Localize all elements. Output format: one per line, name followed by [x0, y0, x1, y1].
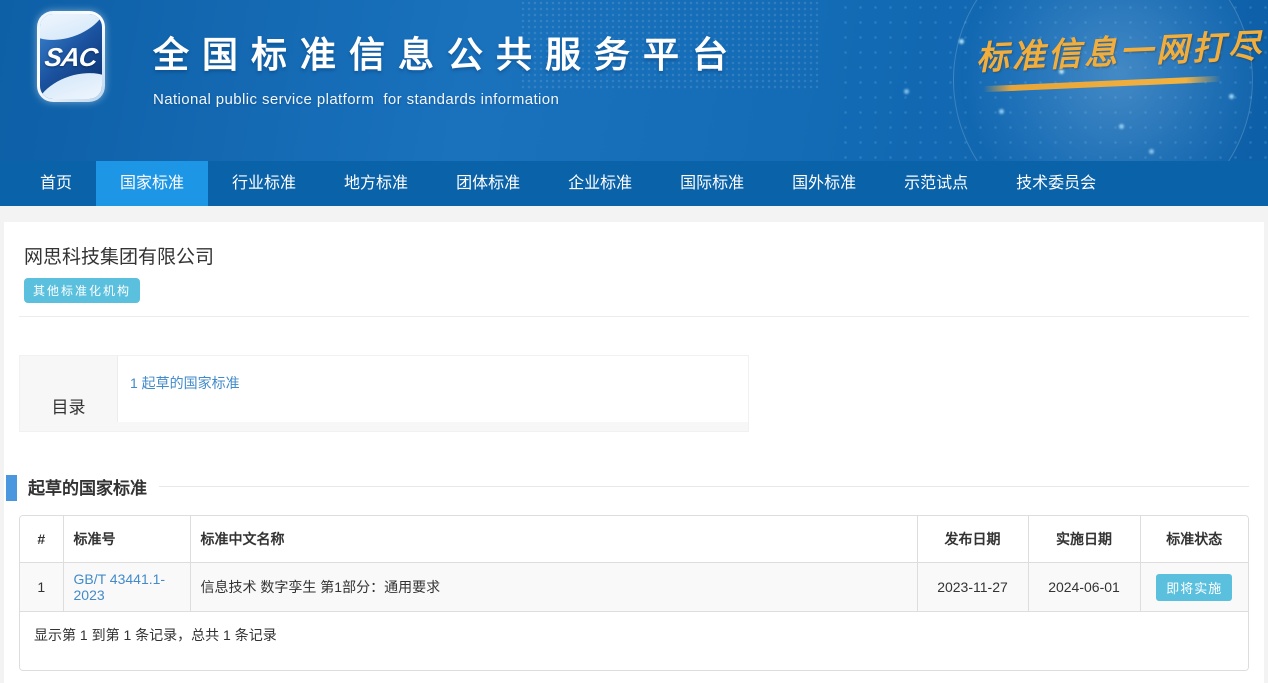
site-title-block: 全国标准信息公共服务平台 National public service pla…	[153, 26, 741, 108]
cell-publish-date: 2023-11-27	[917, 563, 1028, 612]
cell-implement-date: 2024-06-01	[1028, 563, 1140, 612]
cell-status: 即将实施	[1140, 563, 1248, 612]
toc-link-drafted-standards[interactable]: 1 起草的国家标准	[130, 375, 240, 391]
column-header-implement-date: 实施日期	[1028, 516, 1140, 563]
nav-item-industry-standards[interactable]: 行业标准	[208, 161, 320, 206]
nav-item-technical-committee[interactable]: 技术委员会	[992, 161, 1120, 206]
column-header-cn-name: 标准中文名称	[190, 516, 917, 563]
toc-label: 目录	[20, 356, 117, 431]
nav-item-home[interactable]: 首页	[16, 161, 96, 206]
cell-cn-name: 信息技术 数字孪生 第1部分：通用要求	[190, 563, 917, 612]
table-row: 1 GB/T 43441.1-2023 信息技术 数字孪生 第1部分：通用要求 …	[20, 563, 1248, 612]
cell-index: 1	[20, 563, 63, 612]
nav-item-international-standards[interactable]: 国际标准	[656, 161, 768, 206]
site-subtitle: National public service platform for sta…	[153, 91, 741, 108]
nav-item-enterprise-standards[interactable]: 企业标准	[544, 161, 656, 206]
table-header-row: # 标准号 标准中文名称 发布日期 实施日期 标准状态	[20, 516, 1248, 563]
section-header: 起草的国家标准	[19, 474, 1249, 499]
divider	[19, 316, 1249, 317]
sac-logo[interactable]: SAC	[37, 11, 105, 102]
toc-content: 1 起草的国家标准	[117, 356, 748, 422]
sac-logo-emblem: SAC	[40, 14, 102, 99]
site-banner: SAC 全国标准信息公共服务平台 National public service…	[0, 0, 1268, 161]
organization-type-badge: 其他标准化机构	[24, 278, 140, 303]
cell-std-no: GB/T 43441.1-2023	[63, 563, 190, 612]
section-title: 起草的国家标准	[28, 474, 147, 499]
status-badge: 即将实施	[1156, 574, 1232, 601]
glow-dots	[0, 0, 3, 3]
slogan-block: 标准信息一网打尽	[975, 21, 1227, 93]
site-title: 全国标准信息公共服务平台	[153, 26, 741, 78]
section-divider-line	[159, 486, 1249, 487]
slogan-text: 标准信息一网打尽	[975, 21, 1227, 80]
nav-item-group-standards[interactable]: 团体标准	[432, 161, 544, 206]
sac-logo-text: SAC	[43, 42, 99, 73]
column-header-index: #	[20, 516, 63, 563]
nav-item-local-standards[interactable]: 地方标准	[320, 161, 432, 206]
main-nav: 首页 国家标准 行业标准 地方标准 团体标准 企业标准 国际标准 国外标准 示范…	[0, 161, 1268, 206]
organization-name: 网思科技集团有限公司	[24, 242, 1249, 269]
standard-number-link[interactable]: GB/T 43441.1-2023	[74, 571, 166, 603]
table-record-summary: 显示第 1 到第 1 条记录，总共 1 条记录	[20, 612, 1248, 670]
nav-item-pilot-demo[interactable]: 示范试点	[880, 161, 992, 206]
standards-table: # 标准号 标准中文名称 发布日期 实施日期 标准状态 1 GB/T 43441…	[20, 516, 1248, 612]
main-content: 网思科技集团有限公司 其他标准化机构 目录 1 起草的国家标准 起草的国家标准 …	[4, 222, 1264, 683]
standards-table-wrap: # 标准号 标准中文名称 发布日期 实施日期 标准状态 1 GB/T 43441…	[19, 515, 1249, 671]
column-header-status: 标准状态	[1140, 516, 1248, 563]
column-header-std-no: 标准号	[63, 516, 190, 563]
toc-box: 目录 1 起草的国家标准	[19, 355, 749, 432]
nav-item-national-standards[interactable]: 国家标准	[96, 161, 208, 206]
section-marker	[6, 475, 17, 501]
nav-item-foreign-standards[interactable]: 国外标准	[768, 161, 880, 206]
column-header-publish-date: 发布日期	[917, 516, 1028, 563]
